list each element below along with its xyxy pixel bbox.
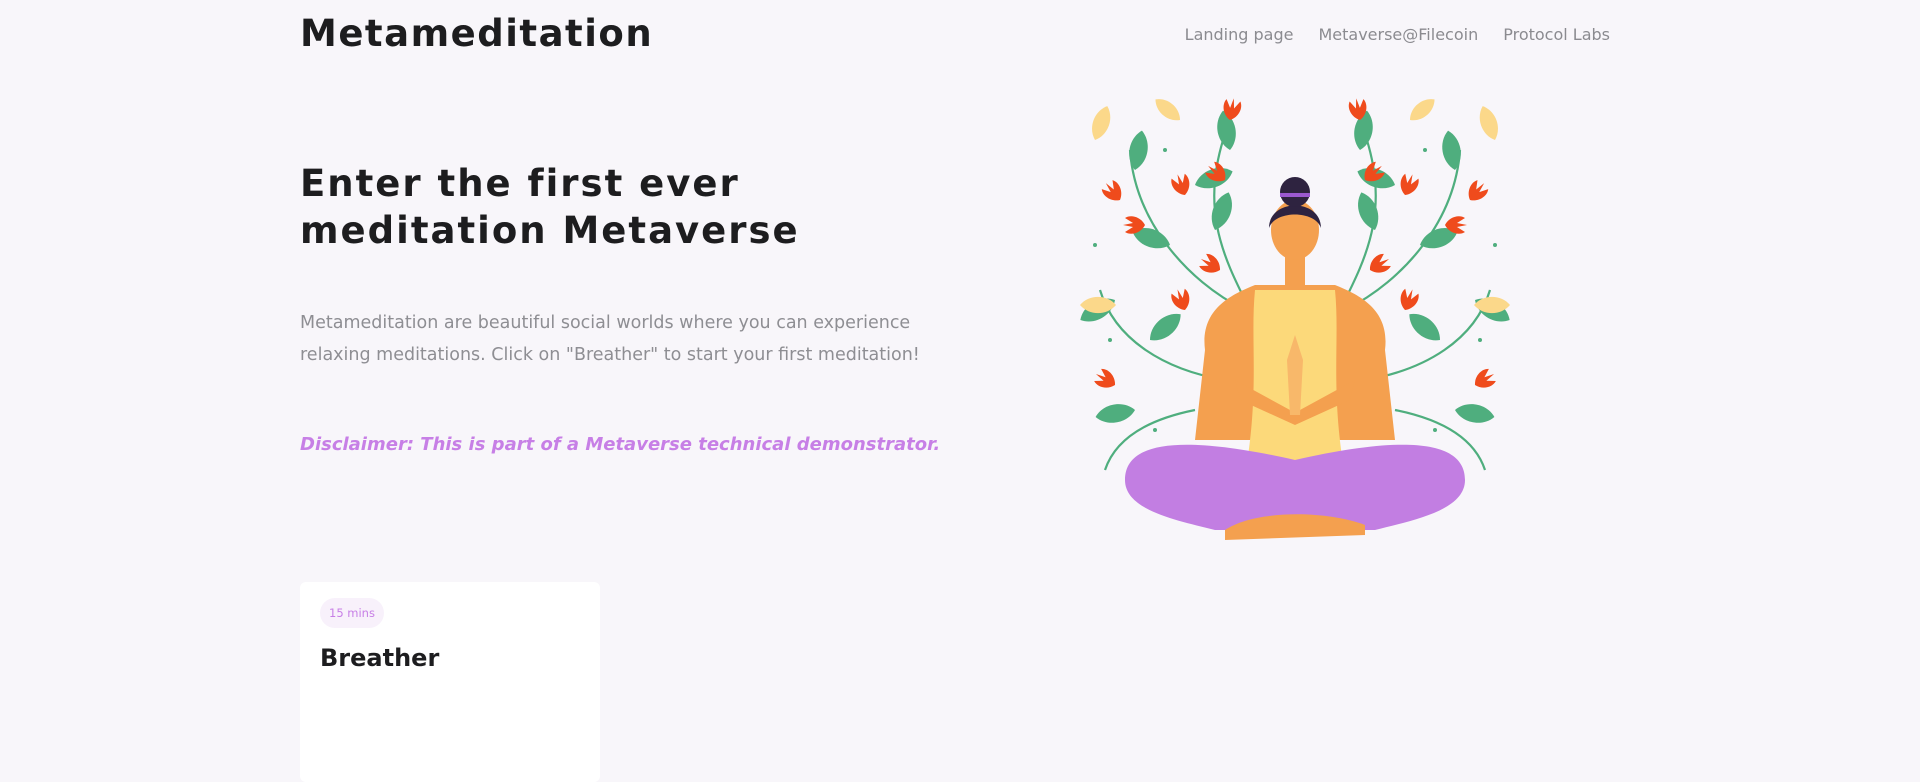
meditation-illustration: [1075, 93, 1515, 540]
nav-link-protocol-labs[interactable]: Protocol Labs: [1503, 25, 1610, 44]
hero-headline: Enter the first ever meditation Metavers…: [300, 162, 800, 252]
site-logo-title[interactable]: Metameditation: [300, 12, 653, 55]
hero-description: Metameditation are beautiful social worl…: [300, 313, 920, 365]
nav-link-metaverse-filecoin[interactable]: Metaverse@Filecoin: [1318, 25, 1478, 44]
nav-link-landing-page[interactable]: Landing page: [1185, 25, 1294, 44]
disclaimer-text: Disclaimer: This is part of a Metaverse …: [300, 434, 941, 455]
top-nav: Landing page Metaverse@Filecoin Protocol…: [1185, 25, 1610, 44]
card-title: Breather: [320, 644, 440, 672]
duration-badge: 15 mins: [320, 598, 384, 628]
meditation-card-breather[interactable]: 15 mins Breather: [300, 582, 600, 782]
meditating-person: [1125, 177, 1465, 540]
